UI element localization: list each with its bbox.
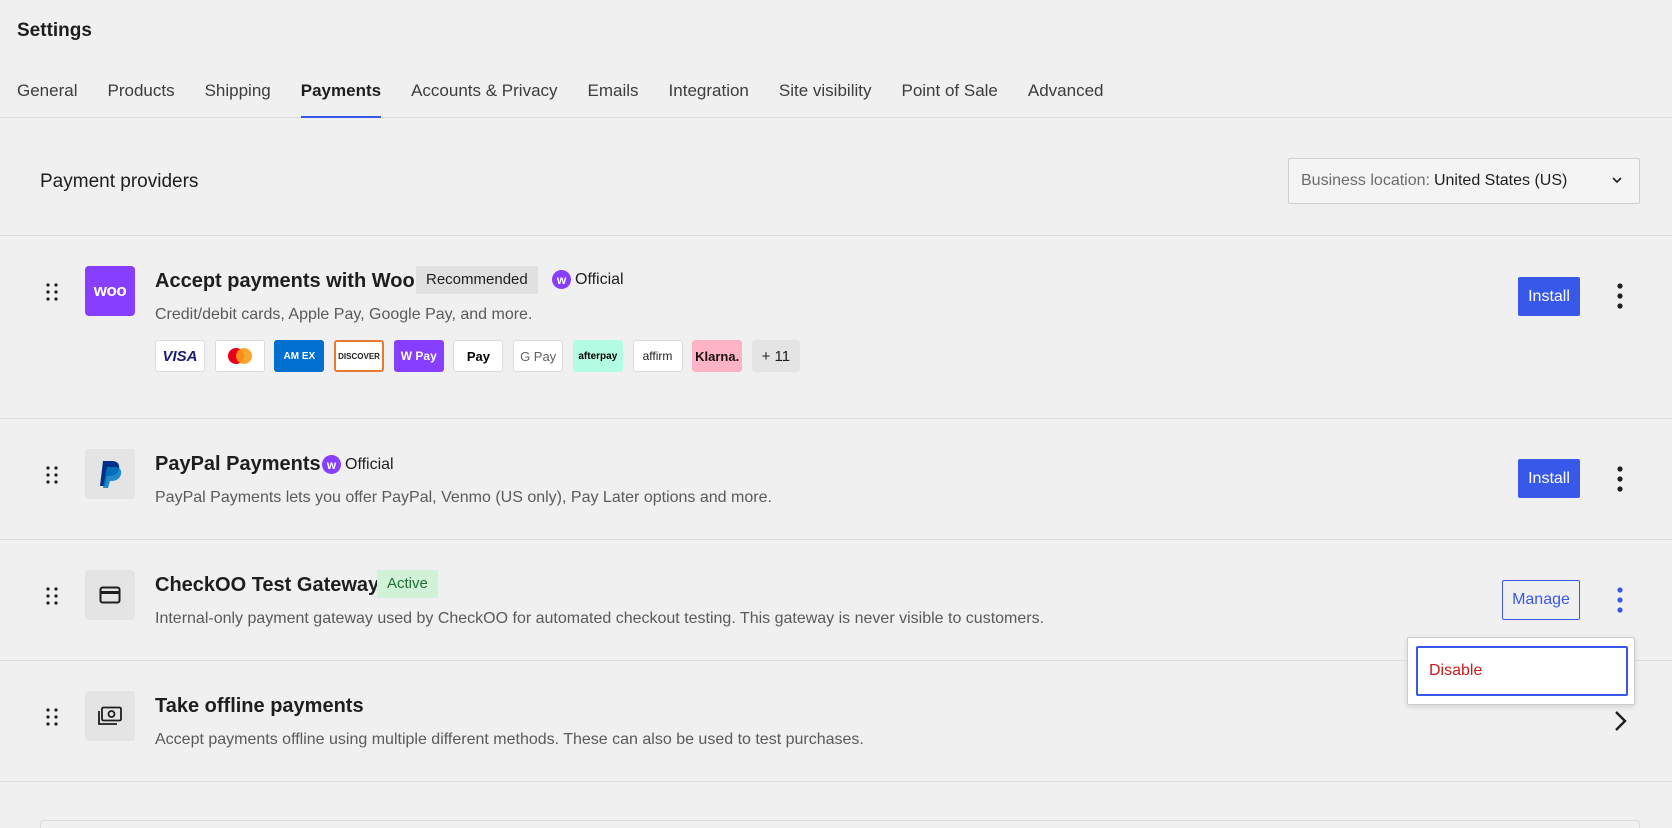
cash-icon	[98, 706, 122, 725]
klarna-icon: Klarna.	[692, 340, 743, 372]
woo-official-icon: w	[552, 270, 571, 289]
active-badge: Active	[377, 570, 438, 598]
woopay-icon: W Pay	[393, 340, 444, 372]
more-options-icon[interactable]	[1610, 464, 1630, 494]
tab-accounts-privacy[interactable]: Accounts & Privacy	[411, 80, 557, 118]
more-methods-count: + 11	[751, 340, 800, 372]
payment-method-icons: VISA AM EX DISCOVER W Pay Pay G Pay afte…	[155, 340, 810, 372]
mastercard-icon	[214, 340, 265, 372]
install-button[interactable]: Install	[1518, 277, 1580, 316]
paypal-logo	[85, 449, 135, 499]
google-pay-icon: G Pay	[513, 340, 564, 372]
credit-card-icon	[99, 586, 121, 604]
more-options-icon[interactable]	[1610, 281, 1630, 311]
provider-title: PayPal Payments	[155, 453, 321, 475]
official-label: Official	[575, 270, 624, 288]
tab-advanced[interactable]: Advanced	[1028, 80, 1104, 118]
chevron-down-icon	[1612, 177, 1622, 184]
next-section-card	[40, 820, 1640, 828]
official-badge: w Official	[552, 270, 624, 289]
payment-providers-header: Payment providers Business location: Uni…	[0, 118, 1672, 236]
provider-description: PayPal Payments lets you offer PayPal, V…	[155, 489, 772, 506]
disable-menu-item[interactable]: Disable	[1416, 646, 1628, 696]
official-badge: w Official	[322, 455, 394, 474]
provider-description: Internal-only payment gateway used by Ch…	[155, 610, 1045, 627]
provider-row-paypal: PayPal Payments w Official PayPal Paymen…	[0, 419, 1672, 540]
section-title: Payment providers	[40, 171, 199, 192]
drag-handle-icon[interactable]	[45, 465, 59, 485]
woo-logo: woo	[85, 266, 135, 316]
tab-payments[interactable]: Payments	[300, 80, 382, 118]
official-label: Official	[345, 455, 394, 473]
apple-pay-icon: Pay	[453, 340, 504, 372]
business-location-select[interactable]: Business location: United States (US)	[1288, 158, 1640, 204]
afterpay-icon: afterpay	[572, 340, 623, 372]
recommended-badge: Recommended	[416, 266, 538, 294]
tab-point-of-sale[interactable]: Point of Sale	[901, 80, 997, 118]
drag-handle-icon[interactable]	[45, 707, 59, 727]
tab-site-visibility[interactable]: Site visibility	[779, 80, 872, 118]
drag-handle-icon[interactable]	[45, 586, 59, 606]
affirm-icon: affirm	[632, 340, 683, 372]
manage-button[interactable]: Manage	[1502, 580, 1580, 620]
tab-products[interactable]: Products	[107, 80, 174, 118]
paypal-icon	[100, 461, 122, 488]
settings-header: Settings General Products Shipping Payme…	[0, 0, 1672, 118]
provider-description: Accept payments offline using multiple d…	[155, 731, 864, 748]
provider-options-popover: Disable	[1407, 637, 1635, 705]
more-options-icon[interactable]	[1610, 585, 1630, 615]
tab-shipping[interactable]: Shipping	[205, 80, 271, 118]
drag-handle-icon[interactable]	[45, 282, 59, 302]
discover-icon: DISCOVER	[334, 340, 385, 372]
woo-official-icon: w	[322, 455, 341, 474]
provider-title: Take offline payments	[155, 695, 364, 717]
page-title: Settings	[17, 20, 92, 41]
provider-description: Credit/debit cards, Apple Pay, Google Pa…	[155, 306, 533, 323]
tab-emails[interactable]: Emails	[588, 80, 639, 118]
provider-title: Accept payments with Woo	[155, 270, 415, 292]
install-button[interactable]: Install	[1518, 459, 1580, 498]
gateway-logo	[85, 570, 135, 620]
provider-title: CheckOO Test Gateway	[155, 574, 380, 596]
settings-tabs: General Products Shipping Payments Accou…	[17, 80, 1134, 118]
amex-icon: AM EX	[274, 340, 325, 372]
tab-general[interactable]: General	[17, 80, 77, 118]
business-location-value: United States (US)	[1433, 172, 1568, 189]
chevron-right-icon[interactable]	[1610, 709, 1630, 733]
business-location-label: Business location:	[1301, 172, 1430, 189]
visa-icon: VISA	[155, 340, 205, 372]
offline-logo	[85, 691, 135, 741]
tab-integration[interactable]: Integration	[669, 80, 749, 118]
provider-row-woo: woo Accept payments with Woo Recommended…	[0, 236, 1672, 419]
